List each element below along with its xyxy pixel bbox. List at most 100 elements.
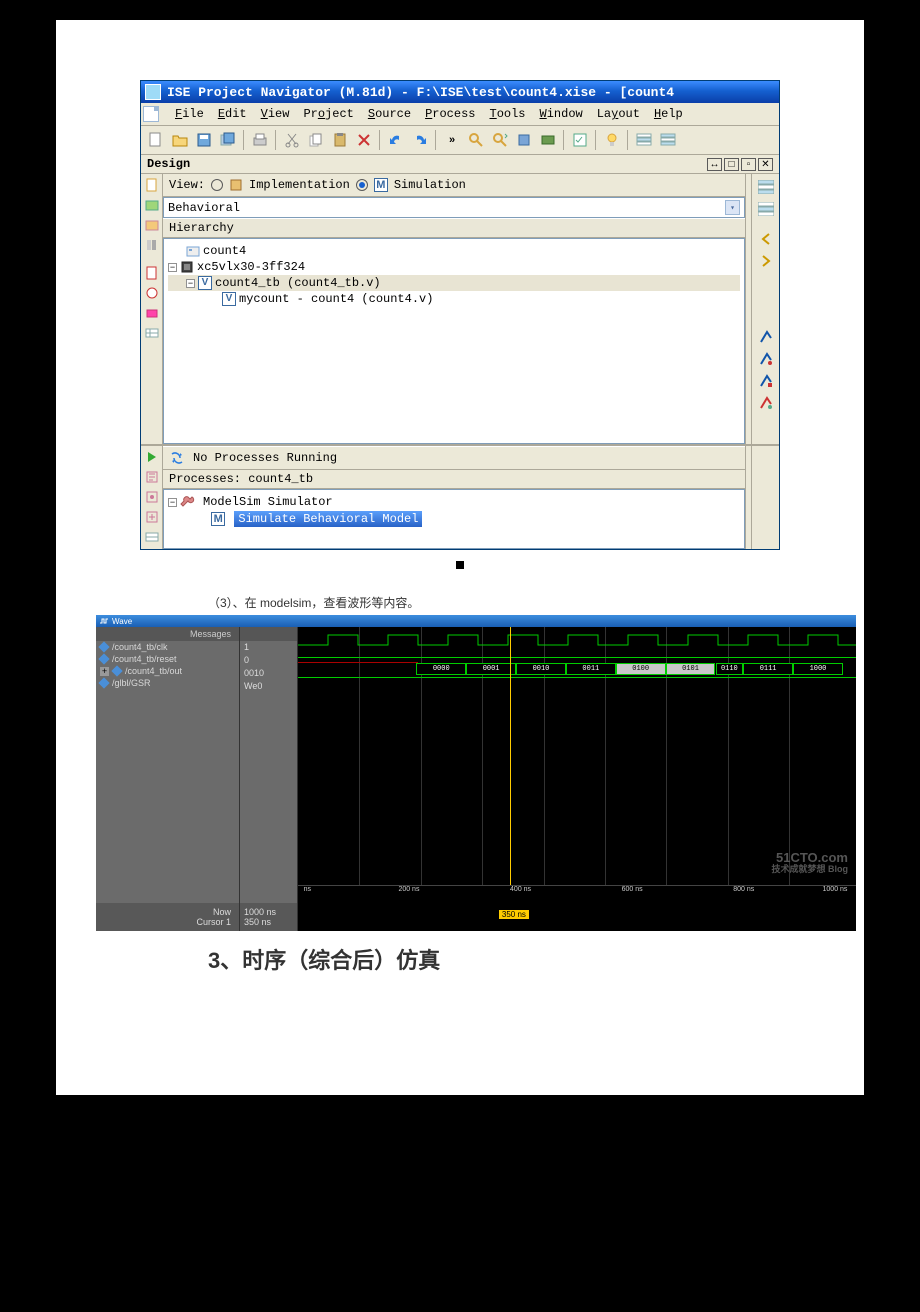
collapse-icon[interactable]: − [168,263,177,272]
simulate-behavioral-item[interactable]: M Simulate Behavioral Model [168,511,740,527]
ltool-err-icon[interactable] [143,264,161,282]
signals-panel[interactable]: Messages /count4_tb/clk /count4_tb/reset… [96,627,240,903]
tree-testbench[interactable]: − V count4_tb (count4_tb.v) [168,275,740,291]
list2-button[interactable] [657,129,679,151]
rtool-list1-icon[interactable] [757,178,775,196]
sim-mode-dropdown[interactable]: Behavioral ▾ [163,197,745,218]
copy-button[interactable] [305,129,327,151]
time-ruler[interactable]: ns 200 ns 400 ns 600 ns 800 ns 1000 ns [298,885,856,903]
rtool-fwd-icon[interactable] [757,252,775,270]
chip-button[interactable] [513,129,535,151]
panel-float-icon[interactable]: ▫ [741,158,756,171]
panel-max-icon[interactable]: □ [724,158,739,171]
redo-button[interactable] [409,129,431,151]
find-next-button[interactable] [489,129,511,151]
run-icon[interactable] [143,448,161,466]
rtool-run3-icon[interactable] [757,372,775,390]
list1-button[interactable] [633,129,655,151]
board-button[interactable] [537,129,559,151]
step3-icon[interactable] [143,508,161,526]
left-tool-column [141,174,163,444]
cursor-value: 350 ns [244,917,297,927]
tree-instance[interactable]: V mycount - count4 (count4.v) [168,291,740,307]
paste-button[interactable] [329,129,351,151]
waveform-area[interactable]: 0000 0001 0010 0011 0100 0101 0110 0111 … [298,627,856,903]
impl-radio[interactable] [211,179,223,191]
ltool-lib-icon[interactable] [143,236,161,254]
rtool-back-icon[interactable] [757,230,775,248]
sim-label: Simulation [394,178,466,192]
new-button[interactable] [145,129,167,151]
ltool-doc-icon[interactable] [143,176,161,194]
refresh-button[interactable] [569,129,591,151]
wave-tab-label: Wave [112,617,132,626]
project-icon [186,244,200,258]
more-button[interactable]: » [441,129,463,151]
now-label: Now [213,907,231,917]
undo-button[interactable] [385,129,407,151]
hierarchy-tree[interactable]: count4 − xc5vlx30-3ff324 − V count4_tb (… [163,238,745,444]
menu-tools[interactable]: Tools [484,105,532,123]
ltool-check-icon[interactable] [143,304,161,322]
save-button[interactable] [193,129,215,151]
expand-icon[interactable]: + [100,667,109,676]
cursor-flag[interactable]: 350 ns [499,910,529,919]
sim-radio[interactable] [356,179,368,191]
panel-close-icon[interactable]: ✕ [758,158,773,171]
collapse-icon[interactable]: − [186,279,195,288]
modelsim-icon: M [211,512,225,526]
light-button[interactable] [601,129,623,151]
wave-icon [100,617,108,625]
menu-file[interactable]: File [169,105,210,123]
clk-wave [298,633,856,647]
ltool-snapshot-icon[interactable] [143,216,161,234]
val-clk: 1 [240,641,297,654]
signal-out[interactable]: +/count4_tb/out [96,665,239,677]
menubar[interactable]: File Edit View Project Source Process To… [141,103,779,126]
rtool-run1-icon[interactable] [757,328,775,346]
menu-layout[interactable]: Layout [591,105,646,123]
rtool-run4-icon[interactable] [757,394,775,412]
find-button[interactable] [465,129,487,151]
ltool-warn-icon[interactable] [143,284,161,302]
menu-project[interactable]: Project [297,105,359,123]
ltool-sources-icon[interactable] [143,196,161,214]
menu-process[interactable]: Process [419,105,481,123]
menu-edit[interactable]: Edit [212,105,253,123]
rtool-run2-icon[interactable] [757,350,775,368]
delete-button[interactable] [353,129,375,151]
ise-window: ISE Project Navigator (M.81d) - F:\ISE\t… [140,80,780,550]
open-button[interactable] [169,129,191,151]
tree-device[interactable]: − xc5vlx30-3ff324 [168,259,740,275]
section-heading: 3、时序（综合后）仿真 [208,943,824,975]
view-label: View: [169,178,205,192]
step2-icon[interactable] [143,488,161,506]
tree-project[interactable]: count4 [168,243,740,259]
ltool-table-icon[interactable] [143,324,161,342]
proc-table-icon[interactable] [143,528,161,546]
view-selector-row: View: Implementation M Simulation [163,174,745,197]
processes-tree[interactable]: − ModelSim Simulator M Simulate Behavior… [163,489,745,549]
chip-icon [180,260,194,274]
menu-source[interactable]: Source [362,105,417,123]
signal-reset[interactable]: /count4_tb/reset [96,653,239,665]
step1-icon[interactable] [143,468,161,486]
menu-view[interactable]: View [255,105,296,123]
print-button[interactable] [249,129,271,151]
menu-help[interactable]: Help [648,105,689,123]
cursor-line[interactable] [510,627,511,885]
values-panel: 1 0 0010 We0 [240,627,298,903]
ise-titlebar[interactable]: ISE Project Navigator (M.81d) - F:\ISE\t… [141,81,779,103]
sim-group-node[interactable]: − ModelSim Simulator [168,494,740,510]
dropdown-arrow-icon[interactable]: ▾ [725,200,740,215]
panel-restore-icon[interactable]: ↔ [707,158,722,171]
reset-wave [298,657,856,658]
signal-gsr[interactable]: /glbl/GSR [96,677,239,689]
save-all-button[interactable] [217,129,239,151]
collapse-icon[interactable]: − [168,498,177,507]
signal-clk[interactable]: /count4_tb/clk [96,641,239,653]
menu-window[interactable]: Window [534,105,589,123]
modelsim-titlebar[interactable]: Wave [96,615,856,627]
cut-button[interactable] [281,129,303,151]
rtool-list2-icon[interactable] [757,200,775,218]
